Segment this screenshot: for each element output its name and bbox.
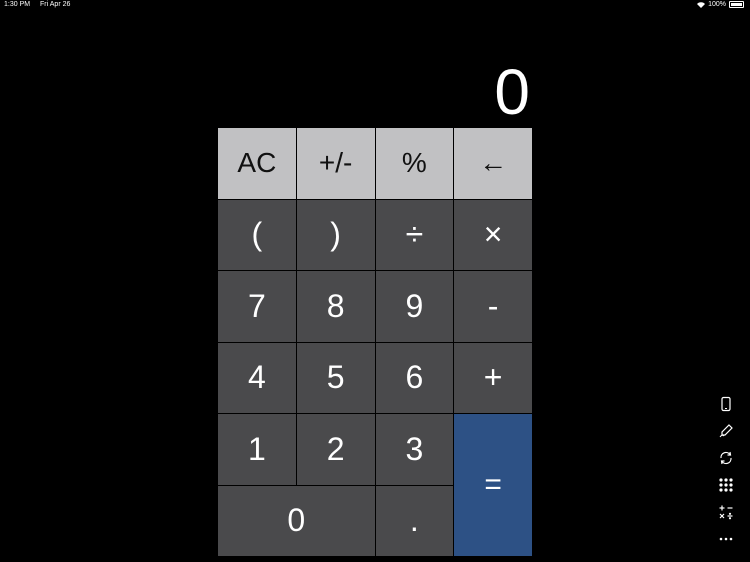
phone-icon[interactable] — [718, 396, 734, 412]
open-paren-button[interactable]: ( — [218, 199, 296, 270]
status-bar-right: 100% — [697, 1, 744, 8]
calculator-display: 0 — [494, 56, 530, 128]
side-toolbar — [718, 396, 734, 547]
plus-button[interactable]: + — [454, 342, 532, 413]
digit-3-button[interactable]: 3 — [375, 414, 454, 485]
digit-1-button[interactable]: 1 — [218, 414, 296, 485]
wifi-icon — [697, 1, 706, 8]
digit-6-button[interactable]: 6 — [375, 342, 454, 413]
status-time: 1:30 PM — [4, 1, 31, 8]
digit-0-button[interactable]: 0 — [218, 485, 375, 556]
minus-button[interactable]: - — [454, 271, 532, 342]
status-bar-left: 1:30 PM Fri Apr 26 — [4, 1, 78, 8]
digit-5-button[interactable]: 5 — [296, 342, 375, 413]
digit-4-button[interactable]: 4 — [218, 342, 296, 413]
divide-button[interactable]: ÷ — [375, 199, 454, 270]
close-paren-button[interactable]: ) — [296, 199, 375, 270]
multiply-button[interactable]: × — [454, 199, 532, 270]
digit-7-button[interactable]: 7 — [218, 271, 296, 342]
battery-percentage: 100% — [708, 1, 726, 8]
decimal-button[interactable]: . — [375, 485, 454, 556]
keypad-grid-icon[interactable] — [718, 477, 734, 493]
equals-button[interactable]: = — [454, 414, 532, 556]
rotate-icon[interactable] — [718, 450, 734, 466]
plus-minus-button[interactable]: +/- — [296, 128, 375, 199]
calculator-keypad: AC +/- % ← ( ) ÷ × 7 8 9 - 4 5 6 + 1 2 3… — [218, 128, 532, 556]
digit-8-button[interactable]: 8 — [296, 271, 375, 342]
backspace-button[interactable]: ← — [454, 128, 532, 199]
battery-icon — [729, 1, 744, 8]
percent-button[interactable]: % — [375, 128, 454, 199]
more-icon[interactable] — [718, 531, 734, 547]
pen-icon[interactable] — [718, 423, 734, 439]
digit-9-button[interactable]: 9 — [375, 271, 454, 342]
clear-button[interactable]: AC — [218, 128, 296, 199]
status-date: Fri Apr 26 — [40, 1, 71, 8]
digit-2-button[interactable]: 2 — [296, 414, 375, 485]
operators-icon[interactable] — [718, 504, 734, 520]
